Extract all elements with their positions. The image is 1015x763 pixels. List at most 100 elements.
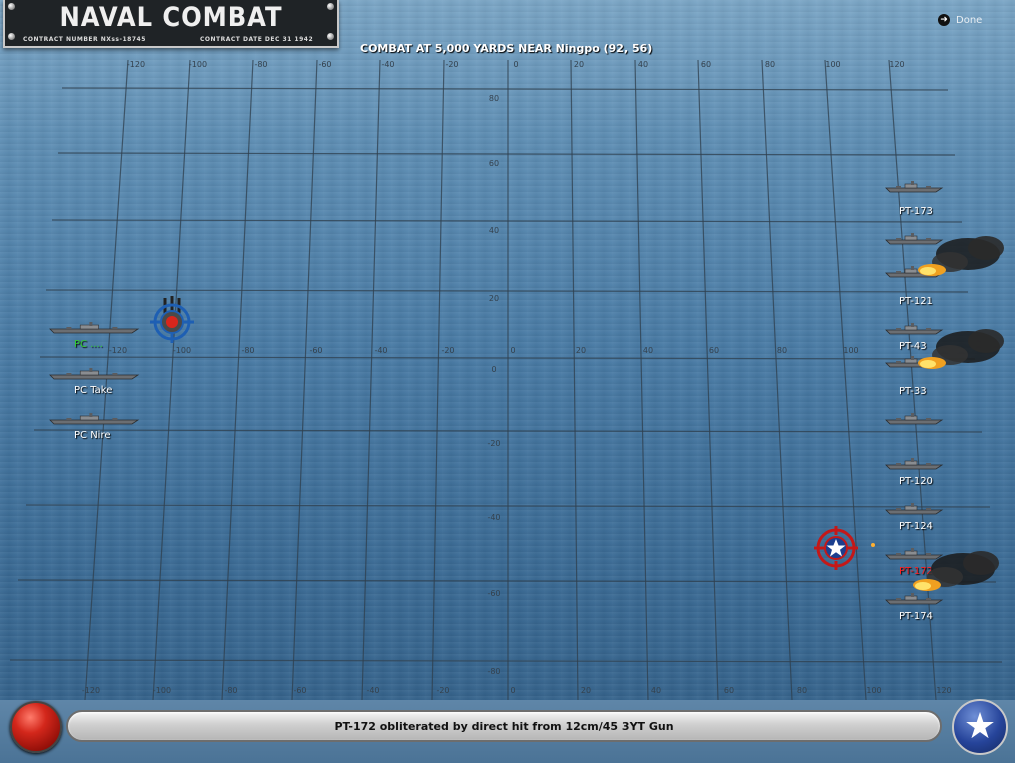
top-axis-tick-label: -80 bbox=[254, 60, 267, 69]
done-label: Done bbox=[956, 14, 983, 26]
mid-axis-tick-label: 60 bbox=[709, 346, 719, 355]
naval-combat-plaque: NAVAL COMBAT CONTRACT NUMBER NXss-18745 … bbox=[3, 0, 339, 48]
grid-line-vertical bbox=[697, 59, 719, 700]
top-axis-tick-label: 40 bbox=[638, 60, 648, 69]
allied-ship-icon[interactable] bbox=[884, 413, 944, 425]
bottom-axis-tick-label: 80 bbox=[797, 686, 807, 695]
bottom-axis-tick-label: -40 bbox=[366, 686, 379, 695]
allied-target-reticle[interactable] bbox=[812, 524, 860, 572]
allied-ship-label: PT-120 bbox=[899, 476, 933, 487]
grid-line-horizontal bbox=[61, 87, 949, 91]
grid-line-vertical bbox=[221, 59, 254, 700]
grid-line-vertical bbox=[84, 59, 129, 700]
mid-axis-tick-label: -40 bbox=[374, 346, 387, 355]
mid-axis-tick-label: 80 bbox=[777, 346, 787, 355]
allied-ship-label: PT-33 bbox=[899, 386, 927, 397]
top-axis-tick-label: -120 bbox=[127, 60, 145, 69]
enemy-target-reticle[interactable] bbox=[148, 296, 196, 344]
grid-line-horizontal bbox=[57, 152, 956, 156]
mid-axis-tick-label: -80 bbox=[241, 346, 254, 355]
mid-axis-tick-label: -120 bbox=[109, 346, 127, 355]
bottom-axis-tick-label: -100 bbox=[153, 686, 171, 695]
status-message: PT-172 obliterated by direct hit from 12… bbox=[334, 720, 674, 733]
combat-grid: -120 -100 -80 -60 -40 -20 0 20 40 60 80 100 120 -120 -… bbox=[9, 59, 1003, 700]
end-turn-button[interactable] bbox=[10, 701, 62, 753]
vertical-axis-tick-label: -20 bbox=[487, 439, 500, 448]
bottom-axis-tick-label: -20 bbox=[436, 686, 449, 695]
vertical-axis-tick-label: 60 bbox=[489, 159, 499, 168]
mid-axis-tick-label: 100 bbox=[843, 346, 858, 355]
vertical-axis-tick-label: 0 bbox=[491, 365, 496, 374]
grid-line-horizontal bbox=[51, 219, 963, 223]
vertical-axis-tick-label: -60 bbox=[487, 589, 500, 598]
bottom-axis-tick-label: 20 bbox=[581, 686, 591, 695]
allied-ship-label: PT-174 bbox=[899, 611, 933, 622]
top-axis-tick-label: 120 bbox=[889, 60, 904, 69]
grid-line-vertical bbox=[761, 59, 793, 700]
vertical-axis-tick-label: -40 bbox=[487, 513, 500, 522]
vertical-axis-tick-label: 20 bbox=[489, 294, 499, 303]
top-axis-tick-label: 60 bbox=[701, 60, 711, 69]
top-axis-tick-label: 20 bbox=[574, 60, 584, 69]
ship-fire-smoke-icon bbox=[905, 547, 1001, 603]
bottom-axis-tick-label: 40 bbox=[651, 686, 661, 695]
bottom-axis-tick-label: -80 bbox=[224, 686, 237, 695]
grid-line-vertical bbox=[570, 59, 579, 700]
contract-date: CONTRACT DATE DEC 31 1942 bbox=[200, 36, 314, 43]
contract-number: CONTRACT NUMBER NXss-18745 bbox=[23, 36, 146, 43]
grid-line-horizontal bbox=[17, 579, 997, 583]
top-axis-tick-label: -100 bbox=[189, 60, 207, 69]
grid-line-vertical bbox=[361, 59, 381, 700]
us-star-icon: ★ bbox=[963, 706, 997, 747]
top-axis-tick-label: 80 bbox=[765, 60, 775, 69]
bottom-axis-tick-label: -120 bbox=[82, 686, 100, 695]
us-star-button[interactable]: ★ bbox=[952, 699, 1008, 755]
ship-fire-smoke-icon bbox=[910, 232, 1006, 288]
rivet-icon bbox=[8, 3, 15, 10]
arrow-right-circle-icon: ➜ bbox=[938, 14, 950, 26]
grid-line-vertical bbox=[431, 59, 445, 700]
rivet-icon bbox=[327, 33, 334, 40]
grid-line-horizontal bbox=[9, 659, 1003, 663]
bottom-axis-tick-label: 0 bbox=[510, 686, 515, 695]
bottom-axis-tick-label: -60 bbox=[293, 686, 306, 695]
vertical-axis-tick-label: -80 bbox=[487, 667, 500, 676]
enemy-ship-icon[interactable] bbox=[48, 368, 140, 380]
allied-ship-icon[interactable] bbox=[884, 503, 944, 515]
enemy-ship-label: PC .... bbox=[74, 339, 103, 350]
allied-ship-label: PT-173 bbox=[899, 206, 933, 217]
allied-ship-label: PT-121 bbox=[899, 296, 933, 307]
vertical-axis-tick-label: 80 bbox=[489, 94, 499, 103]
mid-axis-tick-label: -20 bbox=[441, 346, 454, 355]
top-axis-tick-label: -20 bbox=[445, 60, 458, 69]
rivet-icon bbox=[8, 33, 15, 40]
done-button[interactable]: ➜ Done bbox=[938, 14, 982, 26]
bottom-axis-tick-label: 120 bbox=[936, 686, 951, 695]
mid-axis-tick-label: 0 bbox=[510, 346, 515, 355]
grid-line-vertical bbox=[291, 59, 318, 700]
ship-fire-smoke-icon bbox=[910, 325, 1006, 381]
game-title: NAVAL COMBAT bbox=[59, 2, 283, 33]
top-axis-tick-label: 100 bbox=[825, 60, 840, 69]
mid-axis-tick-label: -100 bbox=[173, 346, 191, 355]
grid-line-vertical bbox=[152, 59, 191, 700]
status-message-bar: PT-172 obliterated by direct hit from 12… bbox=[66, 710, 942, 742]
allied-ship-icon[interactable] bbox=[884, 458, 944, 470]
enemy-ship-icon[interactable] bbox=[48, 322, 140, 334]
allied-ship-icon[interactable] bbox=[884, 181, 944, 193]
shell-tracer bbox=[871, 543, 875, 547]
rivet-icon bbox=[327, 3, 334, 10]
top-axis-tick-label: -40 bbox=[381, 60, 394, 69]
grid-line-vertical bbox=[824, 59, 867, 700]
vertical-axis-tick-label: 40 bbox=[489, 226, 499, 235]
grid-line-horizontal bbox=[45, 289, 969, 293]
allied-ship-label: PT-124 bbox=[899, 521, 933, 532]
mid-axis-tick-label: -60 bbox=[309, 346, 322, 355]
top-axis-tick-label: -60 bbox=[318, 60, 331, 69]
grid-line-vertical bbox=[634, 59, 649, 700]
mid-axis-tick-label: 40 bbox=[643, 346, 653, 355]
enemy-ship-label: PC Nire bbox=[74, 430, 111, 441]
mid-axis-tick-label: 20 bbox=[576, 346, 586, 355]
top-axis-tick-label: 0 bbox=[513, 60, 518, 69]
enemy-ship-icon[interactable] bbox=[48, 413, 140, 425]
